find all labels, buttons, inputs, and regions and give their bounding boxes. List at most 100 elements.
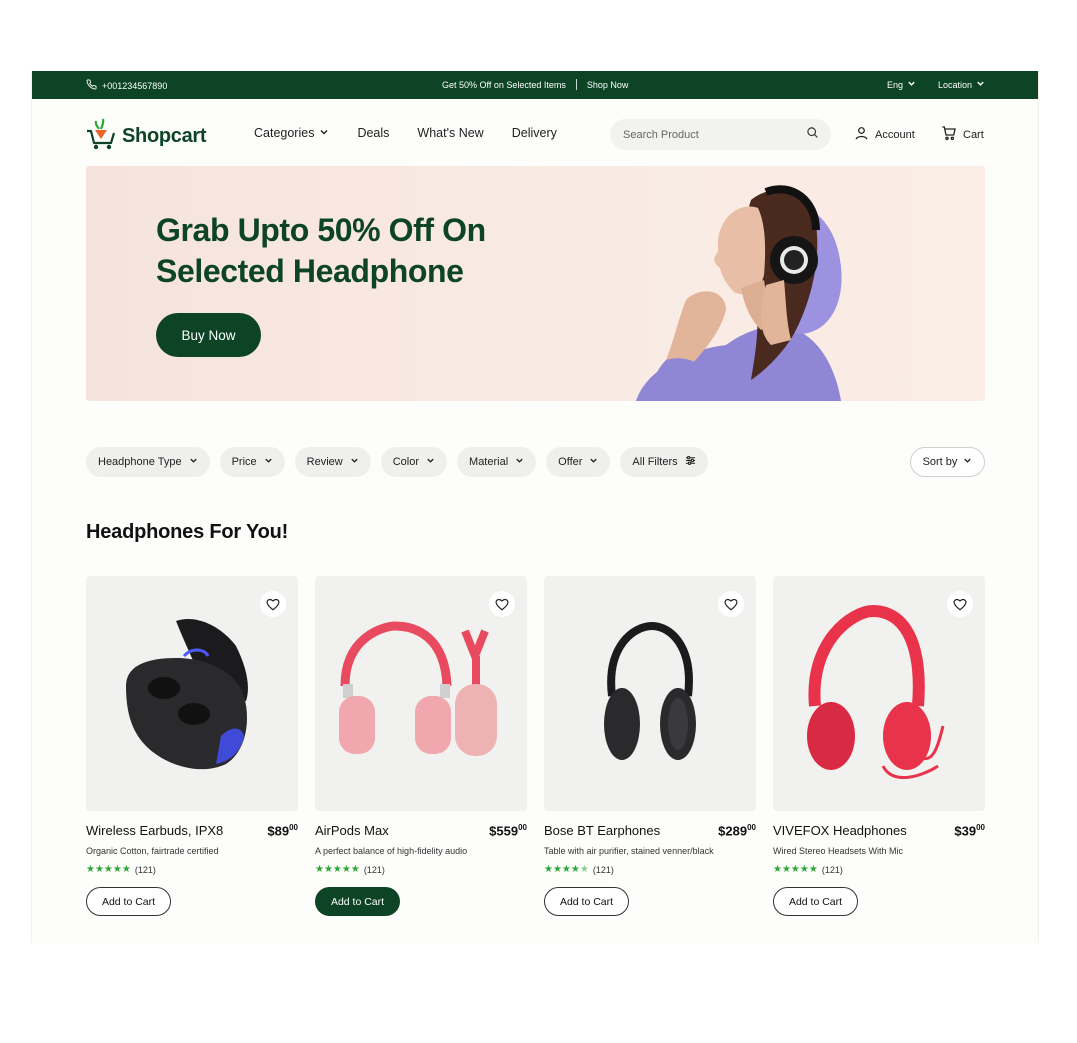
nav-label: Categories — [254, 126, 315, 140]
nav-label: Delivery — [511, 126, 557, 140]
star-rating: ★★★★★ — [773, 864, 818, 876]
product-card[interactable]: AirPods Max $55900 A perfect balance of … — [315, 576, 527, 917]
search-bar — [610, 119, 831, 150]
product-card[interactable]: VIVEFOX Headphones $3900 Wired Stereo He… — [773, 576, 985, 917]
section-title: Headphones For You! — [86, 521, 289, 543]
shop-now-link[interactable]: Shop Now — [587, 80, 629, 90]
cart-logo-icon — [86, 117, 116, 156]
nav-label: Deals — [357, 126, 390, 140]
product-description: Table with air purifier, stained venner/… — [544, 846, 714, 857]
chevron-down-icon — [963, 456, 972, 468]
top-bar: +001234567890 Get 50% Off on Selected It… — [32, 71, 1038, 99]
review-count: (121) — [821, 864, 843, 875]
account-link[interactable]: Account — [854, 125, 915, 144]
price-main: $559 — [489, 823, 519, 839]
hero-headline-line2: Selected Headphone — [156, 253, 464, 289]
search-icon[interactable] — [806, 126, 819, 144]
add-to-cart-button[interactable]: Add to Cart — [544, 887, 629, 917]
hero-headline: Grab Upto 50% Off On Selected Headphone — [156, 210, 536, 292]
filter-all[interactable]: All Filters — [620, 447, 708, 477]
promo-text: Get 50% Off on Selected Items — [442, 79, 566, 90]
cart-link[interactable]: Cart — [941, 125, 984, 144]
filter-review[interactable]: Review — [294, 447, 371, 477]
sort-by-dropdown[interactable]: Sort by — [910, 447, 985, 477]
product-rating: ★★★★★ (121) — [86, 864, 298, 875]
product-description: Wired Stereo Headsets With Mic — [773, 846, 904, 857]
filter-price[interactable]: Price — [219, 447, 285, 477]
chevron-down-icon — [907, 79, 916, 90]
phone-number: +001234567890 — [102, 80, 168, 91]
product-name[interactable]: VIVEFOX Headphones — [773, 823, 907, 838]
product-image[interactable] — [544, 576, 756, 811]
add-to-cart-button[interactable]: Add to Cart — [315, 887, 400, 917]
chevron-down-icon — [189, 456, 198, 468]
filter-label: Material — [469, 456, 509, 468]
filter-label: All Filters — [632, 456, 678, 468]
search-input[interactable] — [623, 128, 783, 141]
filter-offer[interactable]: Offer — [546, 447, 611, 477]
review-count: (121) — [592, 864, 614, 875]
cart-label: Cart — [963, 128, 984, 141]
main-nav: Categories Deals What's New Delivery — [254, 126, 557, 140]
filter-label: Price — [231, 456, 257, 468]
filter-headphone-type[interactable]: Headphone Type — [86, 447, 210, 477]
heart-icon[interactable] — [947, 591, 973, 617]
nav-deals[interactable]: Deals — [357, 126, 389, 140]
cart-icon — [941, 125, 957, 144]
phone-contact[interactable]: +001234567890 — [86, 79, 167, 92]
heart-icon[interactable] — [260, 591, 286, 617]
add-to-cart-button[interactable]: Add to Cart — [86, 887, 171, 917]
product-image[interactable] — [86, 576, 298, 811]
filter-label: Color — [392, 456, 420, 468]
product-name[interactable]: AirPods Max — [315, 823, 389, 838]
logo-text: Shopcart — [122, 125, 207, 147]
review-count: (121) — [363, 864, 385, 875]
nav-label: What's New — [417, 126, 484, 140]
filter-color[interactable]: Color — [380, 447, 448, 477]
product-image[interactable] — [773, 576, 985, 811]
main-header: Shopcart Categories Deals What's New Del… — [32, 99, 1038, 167]
product-price: $3900 — [954, 823, 985, 838]
account-label: Account — [875, 128, 915, 141]
product-name[interactable]: Wireless Earbuds, IPX8 — [86, 823, 223, 838]
product-image[interactable] — [315, 576, 527, 811]
language-label: Eng — [886, 79, 903, 90]
location-select[interactable]: Location — [938, 79, 985, 90]
product-rating: ★★★★★ (121) — [315, 864, 527, 875]
price-main: $39 — [954, 823, 977, 839]
buy-now-button[interactable]: Buy Now — [156, 313, 261, 357]
price-cents: 00 — [289, 823, 298, 832]
chevron-down-icon — [589, 456, 598, 468]
product-rating: ★★★★★ (121) — [544, 864, 756, 875]
chevron-down-icon — [426, 456, 435, 468]
add-to-cart-button[interactable]: Add to Cart — [773, 887, 858, 917]
price-main: $289 — [718, 823, 748, 839]
heart-icon[interactable] — [718, 591, 744, 617]
product-name[interactable]: Bose BT Earphones — [544, 823, 660, 838]
filter-bar: Headphone Type Price Review Color Materi… — [86, 447, 708, 477]
product-card[interactable]: Bose BT Earphones $28900 Table with air … — [544, 576, 756, 917]
user-icon — [854, 125, 869, 144]
nav-categories[interactable]: Categories — [254, 126, 329, 140]
language-select[interactable]: Eng — [887, 79, 916, 90]
nav-whats-new[interactable]: What's New — [417, 126, 483, 140]
sliders-icon — [685, 455, 696, 469]
star-rating: ★★★★★ — [315, 864, 360, 876]
filter-label: Headphone Type — [98, 456, 182, 468]
filter-label: Offer — [558, 456, 583, 468]
product-card[interactable]: Wireless Earbuds, IPX8 $8900 Organic Cot… — [86, 576, 298, 917]
page-frame: +001234567890 Get 50% Off on Selected It… — [31, 71, 1039, 943]
logo[interactable]: Shopcart — [86, 117, 207, 156]
price-main: $89 — [267, 823, 290, 839]
price-cents: 00 — [747, 823, 756, 832]
product-price: $28900 — [718, 823, 756, 838]
location-label: Location — [937, 79, 972, 90]
nav-delivery[interactable]: Delivery — [512, 126, 557, 140]
hero-model-image — [636, 185, 842, 401]
review-count: (121) — [134, 864, 156, 875]
heart-icon[interactable] — [489, 591, 515, 617]
filter-material[interactable]: Material — [457, 447, 537, 477]
chevron-down-icon — [515, 456, 524, 468]
star-rating: ★★★★★ — [86, 864, 131, 876]
product-description: Organic Cotton, fairtrade certified — [86, 846, 219, 857]
